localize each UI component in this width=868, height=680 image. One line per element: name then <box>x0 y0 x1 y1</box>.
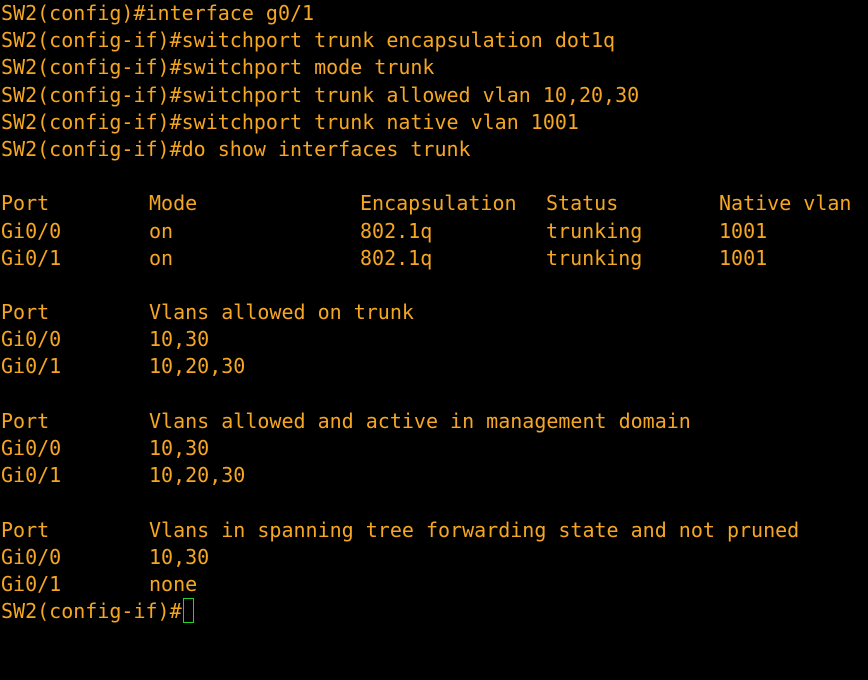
command-text: SW2(config-if)#switchport trunk allowed … <box>1 82 640 107</box>
cell-vlans: 10,30 <box>149 436 210 460</box>
table-row: Gi0/0 10,30 <box>1 544 868 571</box>
cell-vlans: none <box>149 571 198 596</box>
header-mode: Mode <box>149 191 198 216</box>
command-line: SW2(config)#interface g0/1 <box>1 0 868 27</box>
header-port: Port <box>1 191 50 216</box>
table-row: Gi0/1 on 802.1q trunking 1001 <box>1 245 868 272</box>
cell-port: Gi0/0 <box>1 436 62 460</box>
header-status: Status <box>546 191 619 216</box>
command-text: SW2(config-if)#switchport mode trunk <box>1 55 435 80</box>
cell-port: Gi0/0 <box>1 327 62 352</box>
block-cursor-icon <box>182 598 194 624</box>
command-line: SW2(config-if)#switchport trunk allowed … <box>1 82 868 109</box>
command-text: SW2(config-if)#do show interfaces trunk <box>1 136 471 161</box>
trunk-table-header: Port Mode Encapsulation Status Native vl… <box>1 190 868 217</box>
command-line: SW2(config-if)#switchport trunk native v… <box>1 109 868 136</box>
header-native-vlan: Native vlan <box>719 191 852 216</box>
cell-vlans: 10,30 <box>149 327 210 352</box>
terminal-window[interactable]: SW2(config)#interface g0/1 SW2(config-if… <box>0 0 868 632</box>
header-port: Port <box>1 517 50 542</box>
cell-mode: on <box>149 218 174 243</box>
header-vlans: Vlans allowed and active in management d… <box>149 408 691 433</box>
prompt-input[interactable]: SW2(config-if)# <box>1 598 194 625</box>
cell-encapsulation: 802.1q <box>360 245 433 270</box>
cell-vlans: 10,30 <box>149 544 210 569</box>
cell-status: trunking <box>546 218 643 243</box>
header-port: Port <box>1 300 50 325</box>
table-row: Gi0/0 10,30 <box>1 435 868 462</box>
section-header: Port Vlans allowed and active in managem… <box>1 408 868 435</box>
header-vlans: Vlans allowed on trunk <box>149 300 414 325</box>
table-row: Gi0/1 10,20,30 <box>1 462 868 489</box>
cell-mode: on <box>149 245 174 270</box>
cell-encapsulation: 802.1q <box>360 218 433 243</box>
prompt-line[interactable]: SW2(config-if)# <box>1 598 868 625</box>
section-header: Port Vlans in spanning tree forwarding s… <box>1 517 868 544</box>
cell-port: Gi0/1 <box>1 354 62 379</box>
table-row: Gi0/1 none <box>1 571 868 598</box>
cell-port: Gi0/1 <box>1 245 62 270</box>
cell-status: trunking <box>546 245 643 270</box>
cell-port: Gi0/1 <box>1 571 62 596</box>
header-vlans: Vlans in spanning tree forwarding state … <box>149 517 800 542</box>
cell-vlans: 10,20,30 <box>149 463 246 488</box>
command-line: SW2(config-if)#switchport mode trunk <box>1 54 868 81</box>
header-encapsulation: Encapsulation <box>360 191 517 216</box>
cell-vlans: 10,20,30 <box>149 354 246 379</box>
header-port: Port <box>1 408 50 433</box>
command-text: SW2(config)#interface g0/1 <box>1 1 315 25</box>
cell-native-vlan: 1001 <box>719 218 768 243</box>
table-row: Gi0/1 10,20,30 <box>1 353 868 380</box>
section-header: Port Vlans allowed on trunk <box>1 299 868 326</box>
command-text: SW2(config-if)#switchport trunk encapsul… <box>1 28 616 53</box>
command-text: SW2(config-if)#switchport trunk native v… <box>1 109 579 134</box>
table-row: Gi0/0 10,30 <box>1 326 868 353</box>
cell-port: Gi0/0 <box>1 544 62 569</box>
prompt-text: SW2(config-if)# <box>1 599 182 624</box>
command-line: SW2(config-if)#switchport trunk encapsul… <box>1 27 868 54</box>
cell-port: Gi0/0 <box>1 218 62 243</box>
command-line: SW2(config-if)#do show interfaces trunk <box>1 136 868 163</box>
cell-port: Gi0/1 <box>1 463 62 488</box>
cell-native-vlan: 1001 <box>719 245 768 270</box>
table-row: Gi0/0 on 802.1q trunking 1001 <box>1 218 868 245</box>
